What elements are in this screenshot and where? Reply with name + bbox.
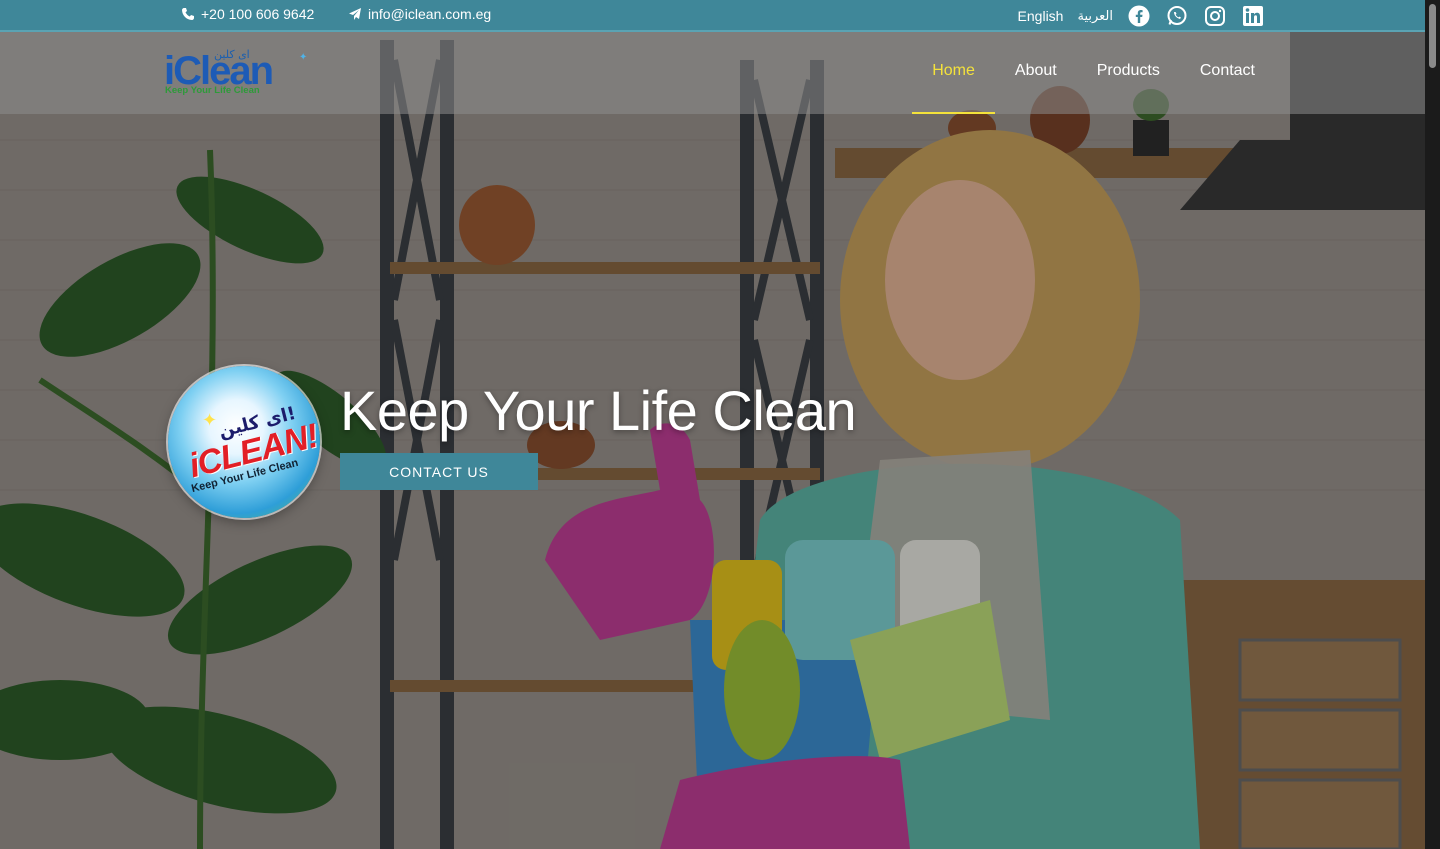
facebook-icon[interactable] <box>1127 4 1151 28</box>
contact-us-button[interactable]: CONTACT US <box>340 453 538 490</box>
hero-headline: Keep Your Life Clean <box>340 379 857 442</box>
sparkle-icon: ✦ <box>202 410 218 430</box>
linkedin-icon[interactable] <box>1241 4 1265 28</box>
logo-tagline: Keep Your Life Clean <box>165 85 260 96</box>
nav-home[interactable]: Home <box>912 32 995 114</box>
paper-plane-icon <box>349 8 361 20</box>
email-address: info@iclean.com.eg <box>368 6 492 22</box>
whatsapp-icon[interactable] <box>1165 4 1189 28</box>
iclean-logo[interactable]: اى كلين iClean ✦ Keep Your Life Clean <box>164 46 316 96</box>
nav-products[interactable]: Products <box>1077 32 1180 114</box>
phone-number: +20 100 606 9642 <box>201 6 315 22</box>
top-contact-bar: +20 100 606 9642 info@iclean.com.eg Engl… <box>0 0 1425 32</box>
email-link[interactable]: info@iclean.com.eg <box>348 6 491 22</box>
page-scrollbar[interactable] <box>1425 0 1440 849</box>
nav-contact[interactable]: Contact <box>1180 32 1275 114</box>
scrollbar-thumb[interactable] <box>1429 4 1436 68</box>
main-nav: Home About Products Contact <box>912 32 1275 114</box>
nav-about[interactable]: About <box>995 32 1077 114</box>
main-navbar: اى كلين iClean ✦ Keep Your Life Clean Ho… <box>0 32 1425 114</box>
svg-text:✦: ✦ <box>299 52 307 63</box>
iclean-product-badge: ✦ اى كلين! iCLEAN! Keep Your Life Clean <box>168 366 320 518</box>
phone-link[interactable]: +20 100 606 9642 <box>181 6 314 22</box>
language-arabic-link[interactable]: العربية <box>1077 9 1113 24</box>
phone-icon <box>182 8 194 20</box>
language-english-link[interactable]: English <box>1018 8 1064 24</box>
instagram-icon[interactable] <box>1203 4 1227 28</box>
